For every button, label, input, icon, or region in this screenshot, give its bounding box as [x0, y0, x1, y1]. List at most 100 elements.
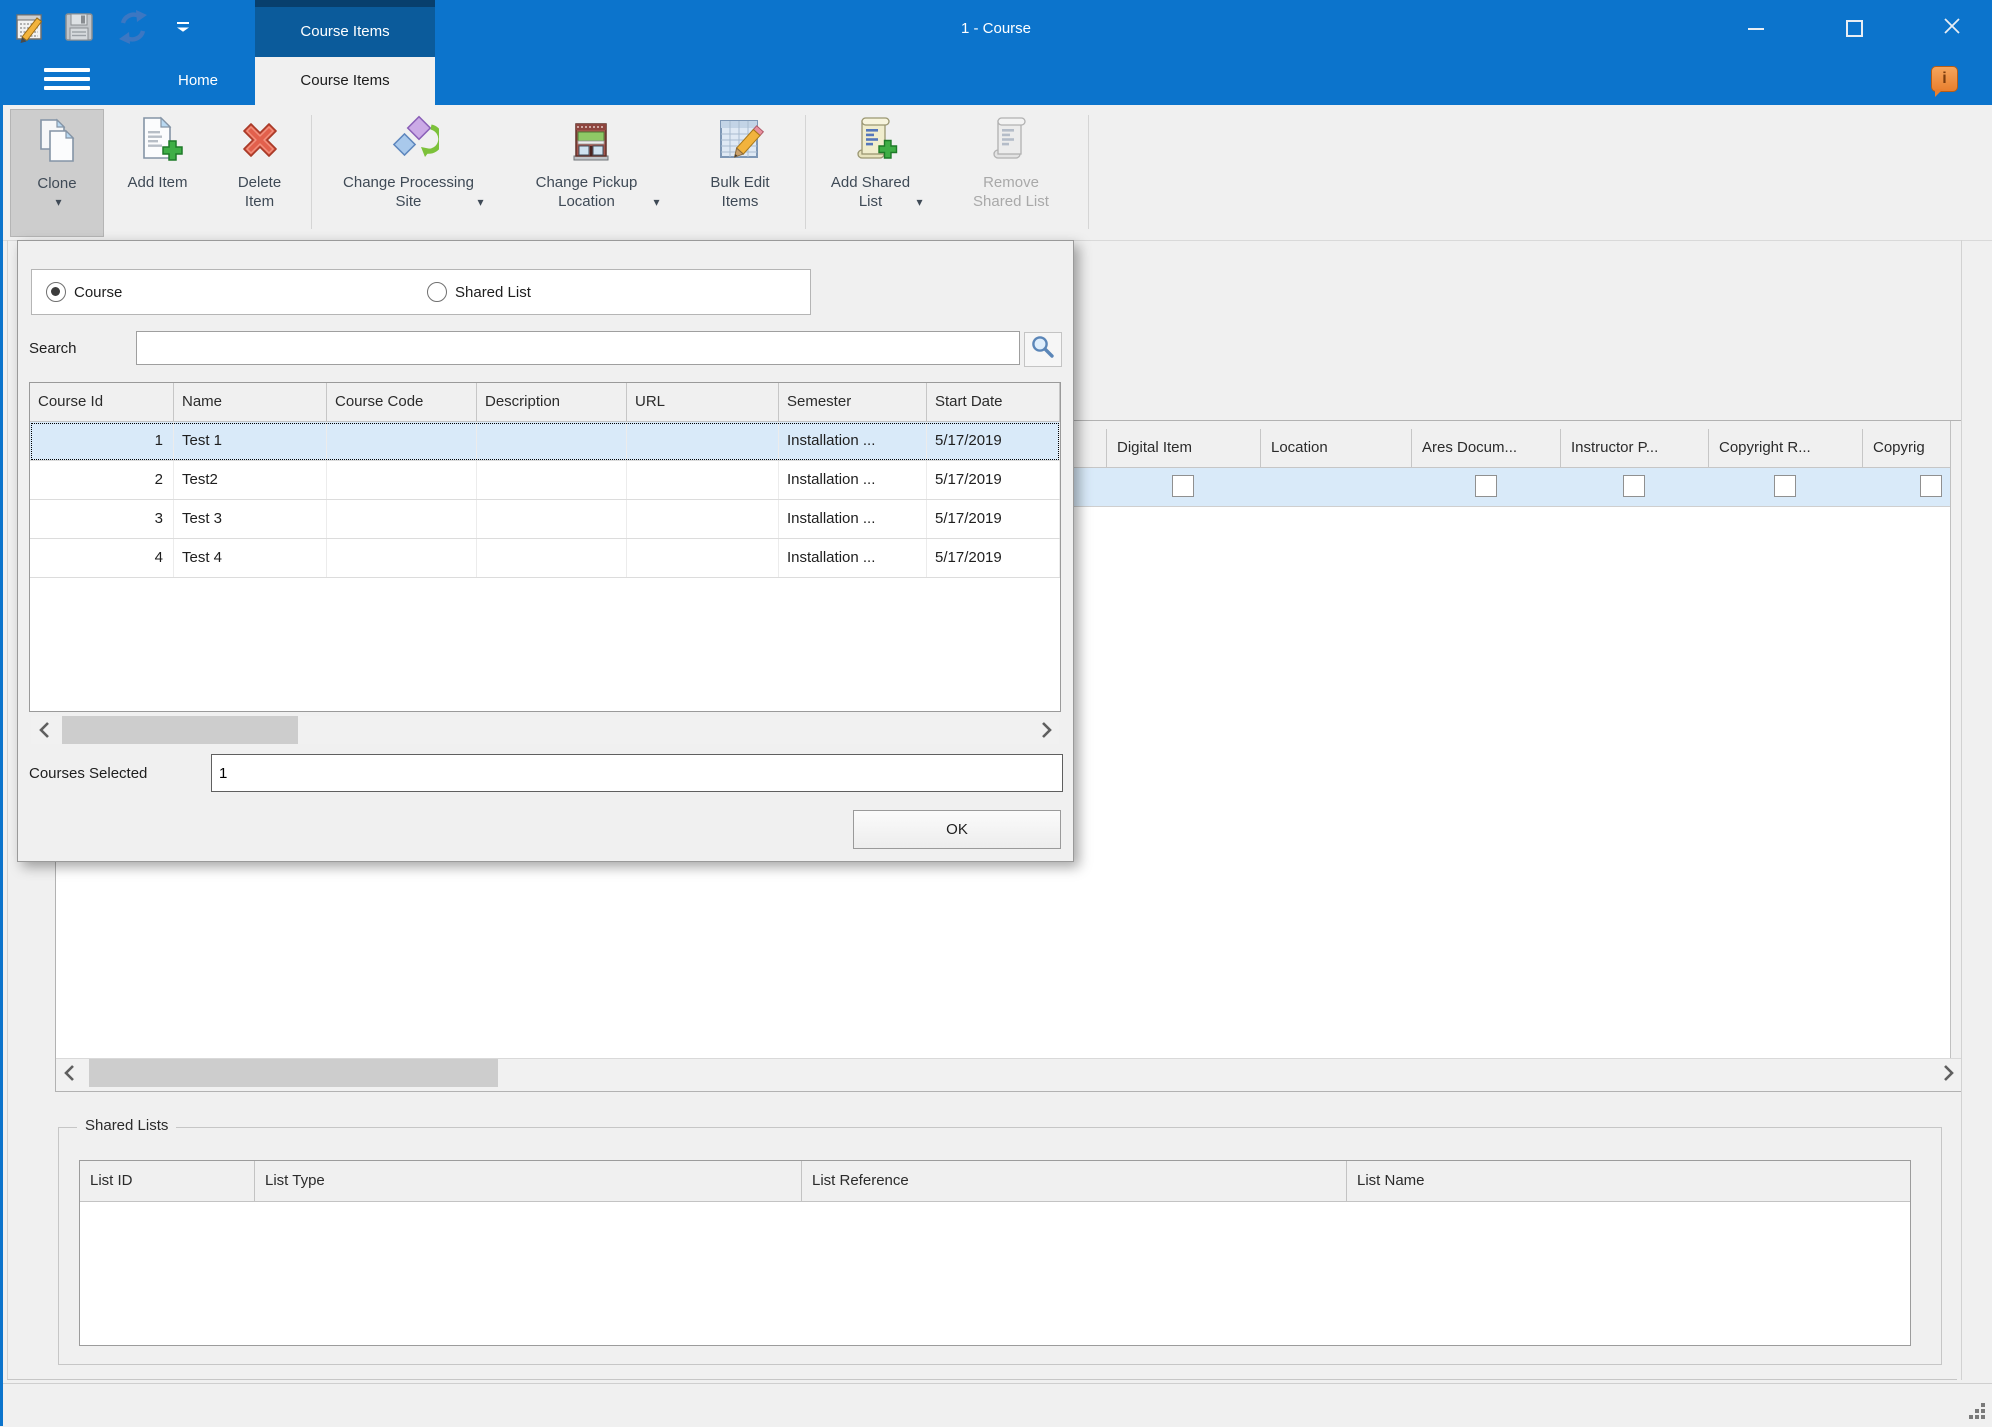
column-start-date[interactable]: Start Date — [927, 383, 1060, 421]
save-icon — [61, 9, 97, 50]
search-label: Search — [29, 331, 77, 367]
shared-lists-legend: Shared Lists — [77, 1117, 176, 1134]
shared-lists-header: List ID List Type List Reference List Na… — [80, 1161, 1910, 1202]
ribbon-separator — [805, 115, 806, 229]
help-icon: i — [1931, 66, 1958, 92]
floating-tab-accent — [255, 0, 435, 7]
ribbon-tab-row: Home Course Items i — [0, 57, 1992, 105]
clone-type-radio-group: Course Shared List — [31, 269, 811, 315]
grid-scrollbar-thumb[interactable] — [89, 1059, 498, 1087]
ribbon-toolbar: Clone Add Item Delete Item — [0, 105, 1992, 241]
clone-popup: Course Shared List Search Course Id Name… — [17, 240, 1074, 862]
copyright-2-checkbox[interactable] — [1920, 475, 1942, 497]
scroll-left-icon[interactable] — [56, 1059, 82, 1087]
ribbon-separator — [311, 115, 312, 229]
course-row-3[interactable]: 3 Test 3 Installation ... 5/17/2019 — [30, 500, 1060, 539]
minimize-button[interactable] — [1726, 0, 1786, 57]
quick-access-save-button[interactable] — [58, 8, 100, 50]
column-course-id[interactable]: Course Id — [30, 383, 174, 421]
scroll-right-icon[interactable] — [1935, 1059, 1961, 1087]
radio-shared-list[interactable]: Shared List — [427, 270, 531, 314]
course-table-header: Course Id Name Course Code Description U… — [30, 383, 1060, 422]
delete-x-icon — [234, 114, 286, 171]
popup-scrollbar-thumb[interactable] — [62, 716, 298, 744]
ribbon-button-delete-item[interactable]: Delete Item — [212, 109, 307, 235]
ribbon-button-remove-shared-list: Remove Shared List — [940, 109, 1082, 235]
popup-horizontal-scrollbar[interactable] — [31, 716, 1059, 744]
maximize-icon — [1846, 20, 1863, 37]
grid-column-instructor-p[interactable]: Instructor P... — [1560, 429, 1708, 467]
tab-home[interactable]: Home — [150, 57, 246, 105]
ares-document-checkbox[interactable] — [1475, 475, 1497, 497]
grid-column-digital-item[interactable]: Digital Item — [1106, 429, 1260, 467]
floating-tab-label: Course Items — [255, 7, 435, 57]
search-input[interactable] — [136, 331, 1020, 365]
courses-selected-input[interactable] — [211, 754, 1063, 792]
quick-access-edit-form-button[interactable] — [10, 8, 52, 50]
radio-course[interactable]: Course — [46, 270, 122, 314]
floating-tab-course-items[interactable]: Course Items — [255, 0, 435, 57]
quick-access-refresh-button[interactable] — [112, 8, 154, 50]
shared-lists-table: List ID List Type List Reference List Na… — [79, 1160, 1911, 1346]
ribbon-button-change-processing-site[interactable]: Change Processing Site — [324, 109, 502, 235]
clone-pages-icon — [31, 115, 83, 172]
course-row-2[interactable]: 2 Test2 Installation ... 5/17/2019 — [30, 461, 1060, 500]
digital-item-checkbox[interactable] — [1172, 475, 1194, 497]
search-button[interactable] — [1024, 332, 1062, 367]
ribbon-button-bulk-edit-items[interactable]: Bulk Edit Items — [680, 109, 800, 235]
column-list-name[interactable]: List Name — [1347, 1161, 1910, 1201]
column-description[interactable]: Description — [477, 383, 627, 421]
storefront-icon — [565, 114, 617, 171]
ribbon-separator — [1088, 115, 1089, 229]
qat-more-icon — [173, 17, 193, 42]
ribbon-button-change-pickup-location[interactable]: Change Pickup Location — [508, 109, 674, 235]
processing-site-icon — [387, 114, 439, 171]
pickup-location-dropdown-caret-icon — [650, 193, 659, 210]
tab-course-items[interactable]: Course Items — [255, 57, 435, 105]
column-course-code[interactable]: Course Code — [327, 383, 477, 421]
grid-column-copyright-r[interactable]: Copyright R... — [1708, 429, 1862, 467]
close-icon — [1943, 17, 1961, 40]
radio-selected-icon — [46, 282, 66, 302]
hamburger-menu-button[interactable] — [44, 68, 92, 94]
clone-dropdown-caret-icon — [52, 193, 61, 210]
maximize-button[interactable] — [1824, 0, 1884, 57]
grid-column-ares-document[interactable]: Ares Docum... — [1411, 429, 1560, 467]
column-name[interactable]: Name — [174, 383, 327, 421]
course-row-1[interactable]: 1 Test 1 Installation ... 5/17/2019 — [30, 422, 1060, 461]
column-list-type[interactable]: List Type — [255, 1161, 802, 1201]
scroll-right-icon[interactable] — [1033, 716, 1059, 744]
ribbon-button-add-shared-list[interactable]: Add Shared List — [814, 109, 936, 235]
page-left-border — [7, 240, 8, 1380]
status-bar — [0, 1383, 1992, 1427]
ok-button[interactable]: OK — [853, 810, 1061, 849]
radio-unselected-icon — [427, 282, 447, 302]
magnifier-icon — [1029, 333, 1057, 366]
course-row-4[interactable]: 4 Test 4 Installation ... 5/17/2019 — [30, 539, 1060, 578]
instructor-p-checkbox[interactable] — [1623, 475, 1645, 497]
column-list-reference[interactable]: List Reference — [802, 1161, 1347, 1201]
courses-selected-label: Courses Selected — [29, 754, 147, 793]
processing-site-dropdown-caret-icon — [474, 193, 483, 210]
column-url[interactable]: URL — [627, 383, 779, 421]
window-left-border — [0, 105, 3, 1426]
close-button[interactable] — [1922, 0, 1982, 57]
resize-grip[interactable] — [1968, 1403, 1985, 1420]
bulk-edit-icon — [714, 114, 766, 171]
column-semester[interactable]: Semester — [779, 383, 927, 421]
page-right-border — [1961, 240, 1962, 1380]
grid-horizontal-scrollbar[interactable] — [56, 1058, 1961, 1091]
scroll-left-icon[interactable] — [31, 716, 57, 744]
grid-column-copyright-2[interactable]: Copyrig — [1862, 429, 1951, 467]
ribbon-button-add-item[interactable]: Add Item — [110, 109, 205, 235]
help-button[interactable]: i — [1928, 64, 1962, 100]
shared-lists-groupbox: Shared Lists List ID List Type List Refe… — [58, 1127, 1942, 1365]
remove-shared-list-icon — [985, 114, 1037, 171]
column-list-id[interactable]: List ID — [80, 1161, 255, 1201]
quick-access-customize-button[interactable] — [162, 8, 204, 50]
grid-vertical-scrollbar-strip[interactable] — [1950, 421, 1961, 1059]
grid-column-location[interactable]: Location — [1260, 429, 1411, 467]
page-bottom-border — [7, 1379, 1957, 1380]
copyright-r-checkbox[interactable] — [1774, 475, 1796, 497]
ribbon-button-clone[interactable]: Clone — [10, 109, 104, 237]
